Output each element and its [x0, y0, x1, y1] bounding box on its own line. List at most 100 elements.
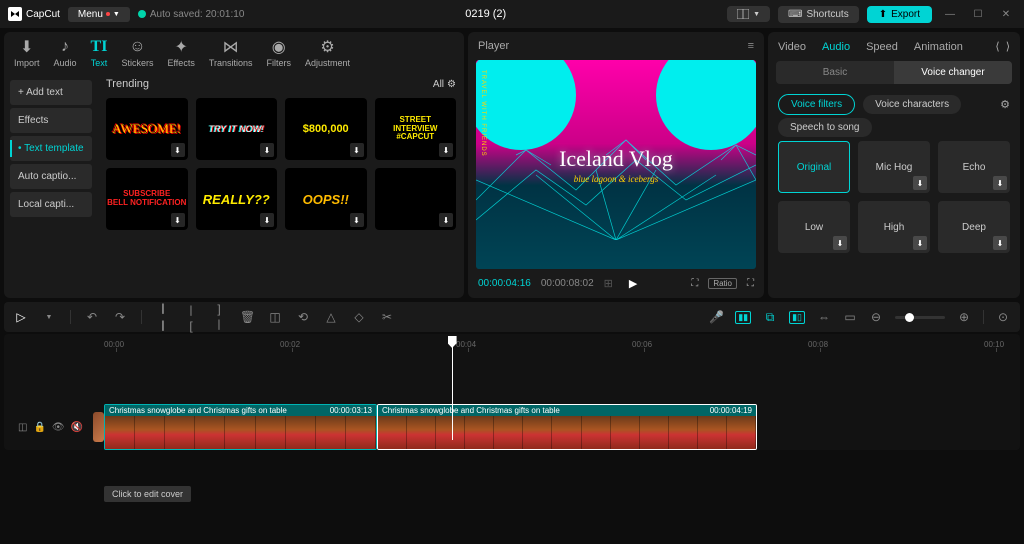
- split-button[interactable]: 〡〡: [156, 300, 170, 334]
- voice-deep[interactable]: Deep⬇: [938, 201, 1010, 253]
- prop-tab-speed[interactable]: Speed: [866, 41, 898, 53]
- tool-tab-audio[interactable]: ♪Audio: [54, 38, 77, 68]
- download-icon[interactable]: ⬇: [171, 143, 185, 157]
- mirror-button[interactable]: △: [324, 310, 338, 324]
- tool-tab-stickers[interactable]: ☺Stickers: [121, 38, 153, 68]
- template-card-1[interactable]: TRY IT NOW!⬇: [196, 98, 278, 160]
- download-icon[interactable]: ⬇: [439, 213, 453, 227]
- pill-1[interactable]: Voice characters: [863, 95, 961, 114]
- duration: 00:00:08:02: [541, 278, 594, 289]
- zoom-out[interactable]: ⊖: [869, 310, 883, 324]
- side-item-4[interactable]: Local capti...: [10, 192, 92, 217]
- snap-2[interactable]: ▮▯: [789, 311, 805, 324]
- download-icon[interactable]: ⬇: [913, 236, 927, 250]
- template-card-3[interactable]: STREETINTERVIEW#CAPCUT⬇: [375, 98, 457, 160]
- side-item-0[interactable]: + Add text: [10, 80, 92, 105]
- template-card-2[interactable]: $800,000⬇: [285, 98, 367, 160]
- zoom-slider[interactable]: [895, 316, 945, 319]
- template-card-6[interactable]: OOPS!!⬇: [285, 168, 367, 230]
- split-left-button[interactable]: 〡[: [184, 302, 198, 333]
- download-icon[interactable]: ⬇: [350, 213, 364, 227]
- minimize-button[interactable]: —: [940, 4, 960, 24]
- export-button[interactable]: ⬆ Export: [867, 6, 932, 23]
- download-icon[interactable]: ⬇: [350, 143, 364, 157]
- clip-1[interactable]: Christmas snowglobe and Christmas gifts …: [377, 404, 757, 450]
- tool-tab-import[interactable]: ⬇Import: [14, 38, 40, 68]
- prop-tab-audio[interactable]: Audio: [822, 41, 850, 53]
- template-card-4[interactable]: SUBSCRIBEBELL NOTIFICATION⬇: [106, 168, 188, 230]
- player-viewport[interactable]: TRAVEL WITH FRIENDS Iceland Vlog blue la…: [476, 60, 756, 269]
- zoom-in[interactable]: ⊕: [957, 310, 971, 324]
- redo-button[interactable]: ↷: [113, 310, 127, 324]
- track-collapse[interactable]: ◫: [18, 422, 27, 433]
- shortcuts-button[interactable]: ⌨ Shortcuts: [778, 6, 859, 23]
- track-visible[interactable]: 👁: [52, 422, 65, 433]
- voice-original[interactable]: Original: [778, 141, 850, 193]
- prop-tab-animation[interactable]: Animation: [914, 41, 963, 53]
- download-icon[interactable]: ⬇: [171, 213, 185, 227]
- filter-icon: ⚙: [447, 79, 456, 90]
- split-right-button[interactable]: ]〡: [212, 302, 226, 333]
- ratio-button[interactable]: Ratio: [708, 278, 737, 289]
- prop-more-icon[interactable]: ⟩: [1006, 40, 1010, 53]
- pill-filter-icon[interactable]: ⚙: [1000, 98, 1010, 111]
- tool-tab-filters[interactable]: ◉Filters: [267, 38, 292, 68]
- mic-button[interactable]: 🎤: [709, 310, 723, 324]
- subtab-0[interactable]: Basic: [776, 61, 894, 84]
- side-item-1[interactable]: Effects: [10, 108, 92, 133]
- download-icon[interactable]: ⬇: [993, 176, 1007, 190]
- speech-to-song-pill[interactable]: Speech to song: [778, 118, 872, 137]
- download-icon[interactable]: ⬇: [833, 236, 847, 250]
- track-mute[interactable]: 🔇: [71, 422, 83, 433]
- side-item-2[interactable]: • Text template: [10, 136, 92, 161]
- fullscreen-icon[interactable]: ⛶: [747, 278, 754, 289]
- snap-1[interactable]: ▮▮: [735, 311, 751, 324]
- track-lock[interactable]: 🔒: [33, 422, 45, 433]
- pointer-dropdown[interactable]: ▼: [42, 314, 56, 321]
- template-card-7[interactable]: ⬇: [375, 168, 457, 230]
- undo-button[interactable]: ↶: [85, 310, 99, 324]
- download-icon[interactable]: ⬇: [260, 143, 274, 157]
- cover-thumbnail[interactable]: [93, 412, 104, 442]
- magnet-button[interactable]: ⧉: [763, 310, 777, 325]
- close-button[interactable]: ✕: [996, 4, 1016, 24]
- player-menu-icon[interactable]: ≡: [748, 40, 754, 52]
- tool-tab-text[interactable]: TIText: [91, 38, 108, 68]
- voice-mic-hog[interactable]: Mic Hog⬇: [858, 141, 930, 193]
- rotate-button[interactable]: ◇: [352, 310, 366, 324]
- template-card-0[interactable]: AWESOME!⬇: [106, 98, 188, 160]
- delete-button[interactable]: 🗑: [240, 310, 254, 324]
- voice-high[interactable]: High⬇: [858, 201, 930, 253]
- template-card-5[interactable]: REALLY??⬇: [196, 168, 278, 230]
- layout-button[interactable]: ▼: [727, 6, 770, 22]
- download-icon[interactable]: ⬇: [260, 213, 274, 227]
- download-icon[interactable]: ⬇: [913, 176, 927, 190]
- ruler-mark: 00:00: [104, 340, 124, 349]
- subtab-1[interactable]: Voice changer: [894, 61, 1012, 84]
- clip-0[interactable]: Christmas snowglobe and Christmas gifts …: [104, 404, 377, 450]
- tool-tab-adjustment[interactable]: ⚙Adjustment: [305, 38, 350, 68]
- all-filter-button[interactable]: All ⚙: [433, 79, 456, 90]
- download-icon[interactable]: ⬇: [993, 236, 1007, 250]
- crop-button[interactable]: ✂: [380, 310, 394, 324]
- preview-button[interactable]: ▭: [843, 310, 857, 324]
- prop-scroll[interactable]: ⟨: [995, 40, 999, 53]
- pointer-tool[interactable]: ▷: [14, 310, 28, 324]
- tool-tab-effects[interactable]: ✦Effects: [167, 38, 194, 68]
- link-button[interactable]: ⇔: [817, 310, 831, 324]
- tool-tab-transitions[interactable]: ⋈Transitions: [209, 38, 253, 68]
- menu-button[interactable]: Menu▼: [68, 7, 130, 22]
- fit-button[interactable]: ⊙: [996, 310, 1010, 324]
- pill-0[interactable]: Voice filters: [778, 94, 855, 115]
- play-button[interactable]: ▶: [629, 277, 637, 290]
- voice-low[interactable]: Low⬇: [778, 201, 850, 253]
- crop-tool[interactable]: ◫: [268, 310, 282, 324]
- download-icon[interactable]: ⬇: [439, 143, 453, 157]
- maximize-button[interactable]: ☐: [968, 4, 988, 24]
- voice-echo[interactable]: Echo⬇: [938, 141, 1010, 193]
- prop-tab-video[interactable]: Video: [778, 41, 806, 53]
- grid-icon[interactable]: ⊞: [604, 277, 613, 290]
- side-item-3[interactable]: Auto captio...: [10, 164, 92, 189]
- scale-icon[interactable]: ⛶: [691, 278, 698, 289]
- reverse-button[interactable]: ⟲: [296, 310, 310, 324]
